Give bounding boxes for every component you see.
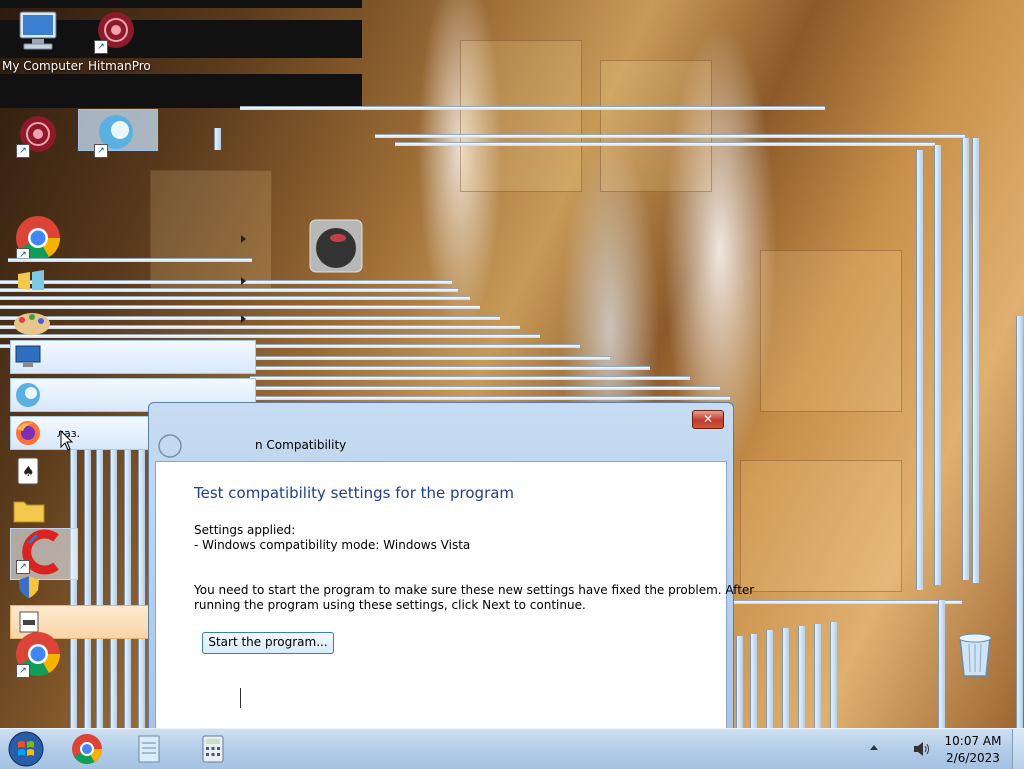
shortcut-arrow-icon: ↗ — [94, 144, 108, 158]
my-computer-icon — [19, 11, 57, 50]
ghost-window-edge — [972, 138, 979, 583]
clock-time[interactable]: 10:07 AM — [940, 734, 1006, 748]
windows-explorer-icon — [18, 270, 44, 290]
ghost-window-edge — [0, 325, 520, 329]
ghost-window-edge — [0, 334, 540, 338]
ghost-window-edge — [96, 450, 103, 728]
wallpaper-panel — [740, 460, 902, 592]
ghost-window-edge — [375, 134, 965, 138]
shortcut-arrow-icon: ↗ — [94, 40, 108, 54]
recycle-bin-icon[interactable] — [954, 628, 996, 680]
remote-desktop-icon — [15, 345, 41, 367]
ghost-window-edge — [250, 356, 610, 360]
ghost-window-edge — [0, 280, 452, 284]
start-program-button[interactable]: Start the program... — [202, 632, 334, 654]
desktop-icon-label: My Computer — [2, 59, 83, 73]
ghost-window-edge — [250, 386, 720, 390]
ghost-window-edge — [782, 628, 789, 728]
wallpaper-panel — [600, 60, 712, 192]
ghost-window-edge — [8, 258, 252, 262]
ccleaner-browser-icon — [16, 383, 40, 407]
dialog-heading: Test compatibility settings for the prog… — [194, 484, 515, 502]
mouse-cursor-icon — [60, 430, 74, 451]
shortcut-arrow-icon: ↗ — [16, 560, 30, 574]
svg-text:♠: ♠ — [22, 464, 35, 480]
desktop: My Computer ↗ HitmanPro ↗ ↗ ↗ лаз. ♠ ↗ ↗… — [0, 0, 1024, 728]
settings-applied-label: Settings applied: — [194, 523, 296, 537]
ghost-window-edge — [84, 450, 91, 728]
wallpaper-panel — [460, 40, 582, 192]
volume-icon[interactable] — [912, 740, 932, 758]
ghost-window-edge — [0, 316, 500, 320]
ghost-window-edge — [250, 366, 650, 370]
ghost-window-edge — [736, 636, 743, 728]
start-menu-item-remote[interactable] — [10, 340, 256, 374]
ghost-window-edge — [250, 376, 690, 380]
back-arrow-icon[interactable] — [157, 433, 183, 459]
show-desktop-button[interactable] — [1012, 729, 1024, 769]
ghost-window-edge — [750, 634, 757, 728]
ghost-window-edge — [0, 305, 480, 309]
ghost-window-edge — [250, 396, 730, 400]
taskbar: 10:07 AM 2/6/2023 — [0, 728, 1024, 769]
wallpaper-panel — [150, 170, 272, 292]
ghost-window-edge — [240, 106, 825, 110]
shortcut-arrow-icon: ↗ — [16, 664, 30, 678]
ghost-window-edge — [70, 450, 77, 728]
ghost-window-edge — [814, 624, 821, 728]
ghost-window-edge — [395, 142, 935, 146]
program-compatibility-dialog: n Compatibility ✕ Test compatibility set… — [148, 402, 754, 728]
ghost-window-edge — [732, 600, 962, 604]
ghost-window-edge — [0, 288, 458, 292]
ghost-window-edge — [214, 128, 221, 150]
ghost-window-edge — [934, 145, 941, 585]
ghost-window-edge — [962, 138, 969, 580]
calculator-icon[interactable] — [196, 732, 230, 766]
text-caret — [240, 688, 241, 708]
shortcut-arrow-icon: ↗ — [16, 144, 30, 158]
wallpaper-panel — [760, 250, 902, 412]
solitaire-icon: ♠ — [17, 457, 39, 485]
ghost-window-edge — [124, 450, 131, 728]
clock-date[interactable]: 2/6/2023 — [940, 751, 1006, 765]
instructions-line-2: running the program using these settings… — [194, 598, 586, 612]
ghost-window-edge — [138, 450, 145, 728]
show-hidden-icons-icon[interactable] — [870, 745, 878, 750]
submenu-arrow-icon — [241, 315, 246, 323]
submenu-arrow-icon — [241, 277, 246, 285]
instructions-line-1: You need to start the program to make su… — [194, 583, 755, 597]
ghost-window-edge — [1016, 316, 1023, 728]
ghost-window-edge — [798, 626, 805, 728]
ghost-window-edge — [830, 622, 837, 728]
folder-icon — [13, 501, 45, 523]
start-orb-icon[interactable] — [6, 729, 46, 769]
notepad-icon[interactable] — [132, 732, 166, 766]
ghost-window-edge — [938, 600, 945, 728]
glitch-bar — [0, 0, 362, 8]
paint-icon — [14, 313, 50, 335]
submenu-arrow-icon — [241, 235, 246, 243]
music-player-icon[interactable] — [308, 218, 364, 274]
firefox-icon — [16, 421, 40, 445]
ghost-window-edge — [766, 630, 773, 728]
dialog-title: n Compatibility — [255, 438, 347, 452]
glitch-bar — [0, 74, 362, 108]
settings-applied-value: - Windows compatibility mode: Windows Vi… — [194, 538, 471, 552]
ghost-window-edge — [916, 150, 923, 590]
ghost-window-edge — [0, 296, 470, 300]
chrome-icon[interactable] — [70, 732, 104, 766]
dialog-content: Test compatibility settings for the prog… — [155, 461, 754, 728]
close-button[interactable]: ✕ — [692, 410, 724, 429]
uac-shield-icon — [19, 576, 39, 598]
ghost-window-edge — [110, 450, 117, 728]
desktop-icon-label: HitmanPro — [88, 59, 151, 73]
